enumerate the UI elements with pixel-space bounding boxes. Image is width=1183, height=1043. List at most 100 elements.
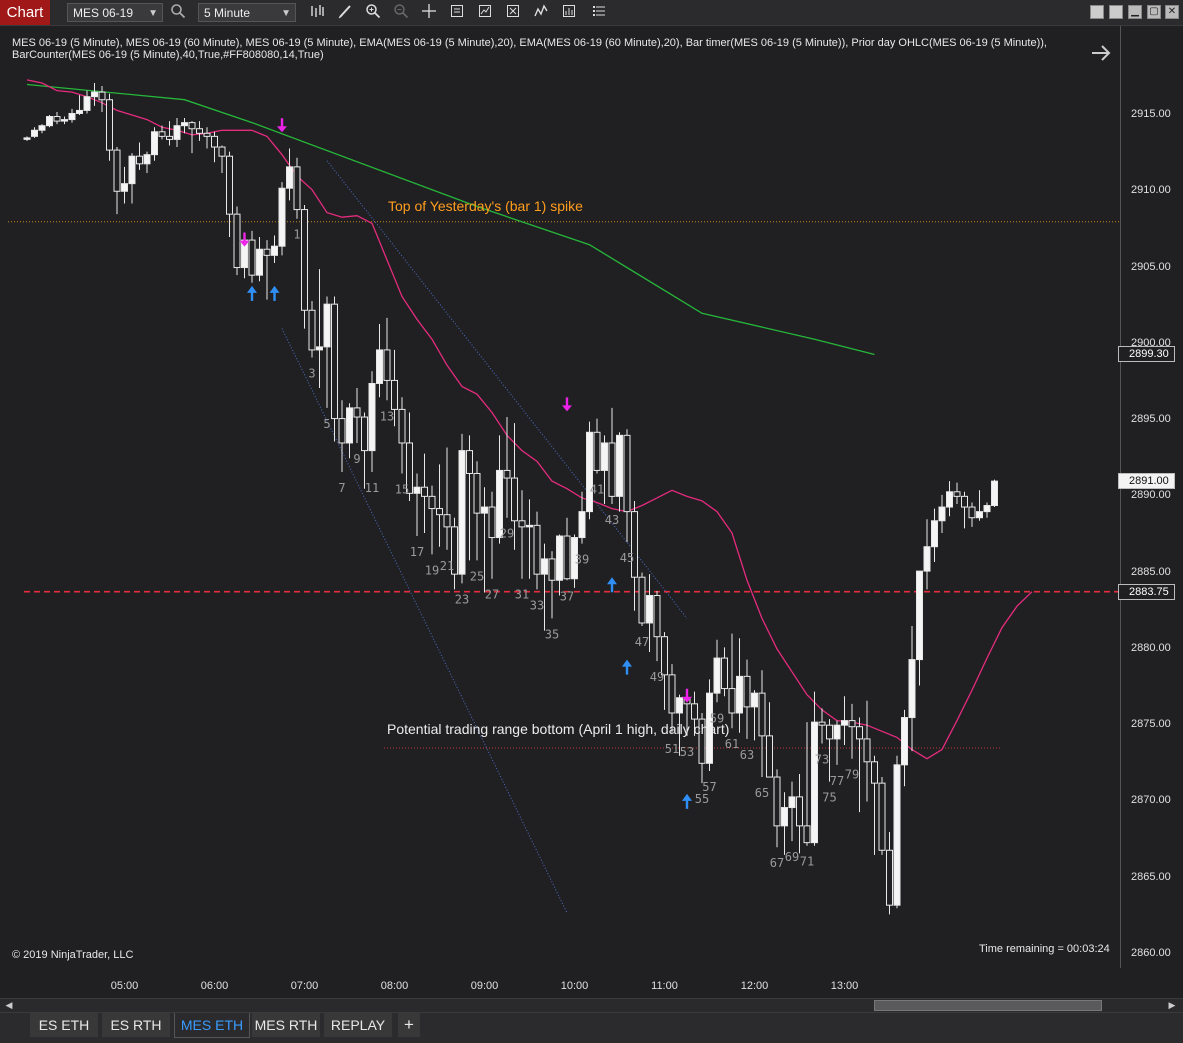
red-line-price-tag: 2883.75 bbox=[1118, 584, 1175, 600]
bar-chart-icon[interactable] bbox=[559, 3, 579, 22]
instrument-selector[interactable]: MES 06-19 ▼ bbox=[67, 3, 163, 22]
tab-mes-eth[interactable]: MES ETH bbox=[174, 1013, 250, 1038]
candle-body bbox=[398, 408, 406, 444]
scroll-thumb[interactable] bbox=[874, 1000, 1102, 1011]
candle-body bbox=[968, 506, 976, 519]
candle-body bbox=[233, 213, 241, 269]
crosshair-icon[interactable] bbox=[419, 3, 439, 22]
time-axis-label: 08:00 bbox=[380, 980, 409, 992]
bar-count-label: 47 bbox=[635, 635, 649, 649]
bar-count-label: 17 bbox=[410, 545, 424, 559]
bar-count-label: 29 bbox=[500, 527, 514, 541]
close-button[interactable]: ✕ bbox=[1165, 5, 1179, 19]
candle-body bbox=[346, 407, 353, 444]
add-tab-button[interactable]: + bbox=[398, 1013, 420, 1037]
signal-arrow-down-icon bbox=[280, 118, 284, 128]
candle-body bbox=[203, 132, 211, 137]
candle-body bbox=[638, 576, 646, 624]
zoom-out-icon[interactable] bbox=[391, 3, 411, 22]
arrow-right-icon[interactable] bbox=[1090, 43, 1112, 67]
scroll-left-arrow[interactable]: ◀ bbox=[3, 1000, 15, 1012]
indicators-icon[interactable] bbox=[531, 3, 551, 22]
bar-count-label: 33 bbox=[530, 598, 544, 612]
candle-body bbox=[376, 349, 383, 384]
candle-body bbox=[286, 166, 293, 189]
bar-count-label: 53 bbox=[680, 745, 694, 759]
candle-body bbox=[458, 450, 466, 575]
tab-es-rth[interactable]: ES RTH bbox=[102, 1013, 170, 1037]
drawing-tools-icon[interactable] bbox=[335, 3, 355, 22]
candle-body bbox=[758, 692, 766, 737]
candle-body bbox=[751, 692, 758, 708]
chevron-down-icon: ▼ bbox=[148, 8, 158, 19]
candle-body bbox=[316, 346, 323, 351]
candle-body bbox=[308, 309, 316, 351]
window-pin-button[interactable] bbox=[1109, 5, 1123, 19]
candle-body bbox=[211, 135, 218, 148]
candle-body bbox=[848, 720, 856, 728]
price-axis-label: 2895.00 bbox=[1131, 413, 1171, 426]
candle-body bbox=[961, 495, 968, 508]
chart-trader-icon[interactable] bbox=[503, 3, 523, 22]
minimize-button[interactable]: ▁ bbox=[1128, 5, 1142, 19]
menu-icon[interactable] bbox=[589, 3, 609, 22]
candle-body bbox=[616, 434, 623, 497]
signal-arrow-up-stem bbox=[250, 291, 254, 301]
interval-value: 5 Minute bbox=[204, 6, 251, 20]
ema60-line bbox=[26, 83, 875, 356]
bar-count-label: 75 bbox=[822, 791, 836, 805]
candle-body bbox=[631, 511, 638, 578]
bar-count-label: 43 bbox=[605, 513, 619, 527]
tab-es-eth[interactable]: ES ETH bbox=[30, 1013, 98, 1037]
bar-count-label: 67 bbox=[770, 856, 784, 870]
bar-count-label: 13 bbox=[380, 409, 394, 423]
candle-body bbox=[908, 659, 916, 719]
candle-body bbox=[878, 782, 886, 851]
bar-count-label: 79 bbox=[845, 768, 859, 782]
chart-title[interactable]: Chart bbox=[0, 0, 50, 25]
candle-body bbox=[263, 248, 271, 256]
tab-mes-rth[interactable]: MES RTH bbox=[252, 1013, 320, 1037]
bar-count-label: 25 bbox=[470, 569, 484, 583]
properties-icon[interactable] bbox=[447, 3, 467, 22]
scroll-right-arrow[interactable]: ▶ bbox=[1166, 1000, 1178, 1012]
bar-count-label: 57 bbox=[702, 780, 716, 794]
signal-arrow-up-icon bbox=[269, 285, 280, 293]
maximize-button[interactable]: ▢ bbox=[1147, 5, 1161, 19]
candle-body bbox=[736, 675, 743, 714]
signal-arrow-up-stem bbox=[273, 291, 276, 301]
candle-body bbox=[421, 486, 428, 497]
interval-selector[interactable]: 5 Minute ▼ bbox=[198, 3, 296, 22]
candle-body bbox=[533, 524, 541, 575]
search-icon[interactable] bbox=[168, 3, 188, 22]
candle-body bbox=[563, 535, 571, 580]
candle-body bbox=[811, 721, 818, 844]
candle-body bbox=[271, 245, 278, 256]
candle-body bbox=[173, 125, 181, 140]
candle-body bbox=[773, 776, 781, 827]
window-snap-button[interactable] bbox=[1090, 5, 1104, 19]
price-chart[interactable]: 135791113151719 2123252729313335373941434… bbox=[0, 26, 1120, 968]
zoom-in-icon[interactable] bbox=[363, 3, 383, 22]
price-axis[interactable]: 2915.00 2910.00 2905.00 2900.00 2895.00 2890.… bbox=[1120, 26, 1183, 968]
strategies-icon[interactable] bbox=[475, 3, 495, 22]
tab-replay[interactable]: REPLAY bbox=[324, 1013, 392, 1037]
horizontal-scrollbar[interactable]: ◀ ▶ bbox=[0, 998, 1183, 1013]
candle-body bbox=[623, 434, 631, 513]
chevron-down-icon: ▼ bbox=[281, 8, 291, 19]
bar-type-icon[interactable] bbox=[307, 3, 327, 22]
candle-body bbox=[113, 149, 121, 192]
price-axis-label: 2865.00 bbox=[1131, 870, 1171, 883]
candle-body bbox=[938, 506, 946, 522]
bar-count-label: 63 bbox=[740, 748, 754, 762]
candle-body bbox=[166, 135, 173, 140]
chart-plot-area[interactable]: 1 3 5 7 9 11 13 15 17 19 21 23 25 27 29 31 33 35 37 39 41 43 4… bbox=[0, 26, 1120, 968]
time-axis-label: 10:00 bbox=[560, 980, 589, 992]
candle-body bbox=[473, 472, 481, 514]
price-axis-label: 2910.00 bbox=[1131, 184, 1171, 197]
candle-body bbox=[46, 116, 53, 127]
candle-body bbox=[803, 825, 811, 844]
bar-count-label: 49 bbox=[650, 670, 664, 684]
bar-count-label: 7 bbox=[338, 481, 345, 495]
price-axis-label: 2870.00 bbox=[1131, 794, 1171, 807]
